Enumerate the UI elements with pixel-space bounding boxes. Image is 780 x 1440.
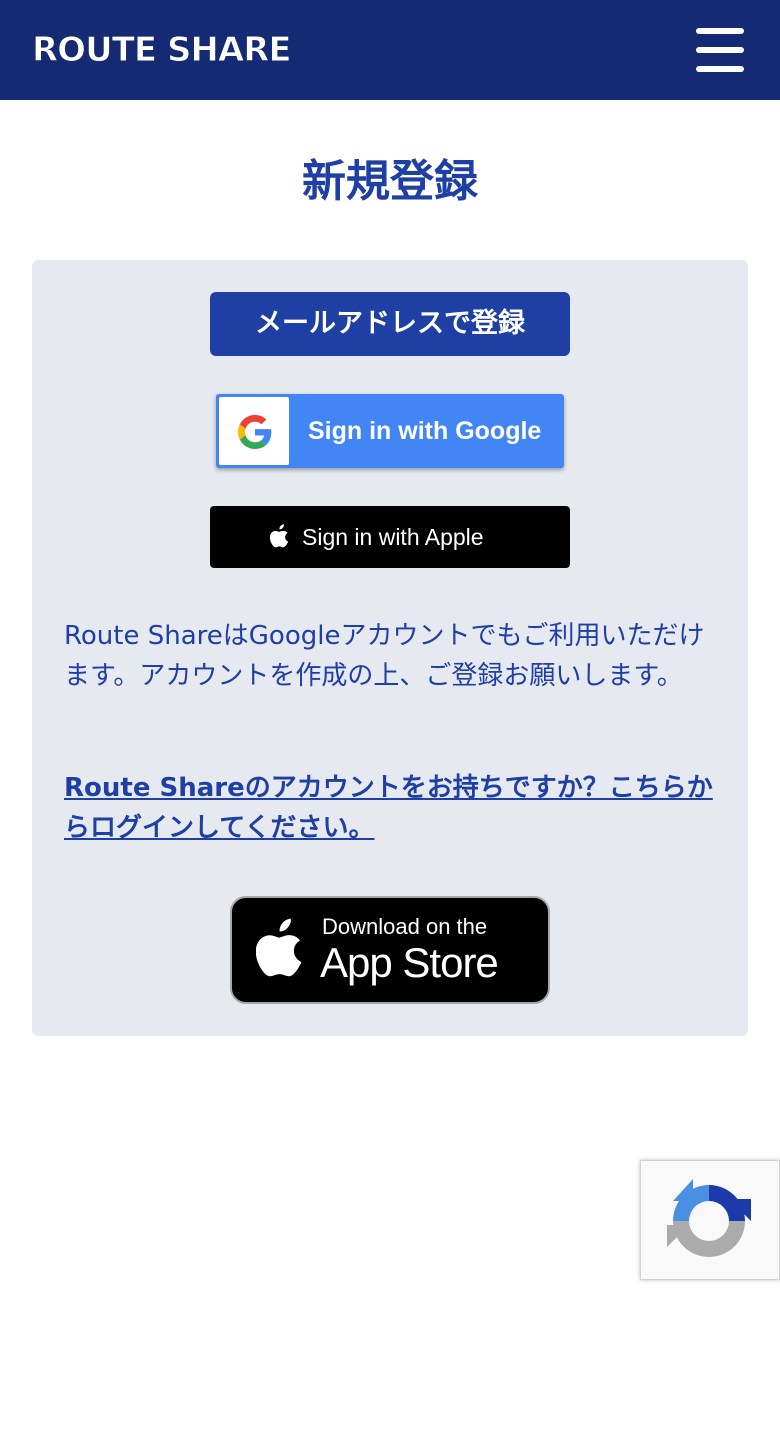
- logo[interactable]: ROUTE SHARE: [32, 28, 293, 72]
- header: ROUTE SHARE: [0, 0, 780, 100]
- hamburger-menu-icon: [696, 28, 744, 34]
- recaptcha-widget[interactable]: [640, 1160, 780, 1280]
- email-signup-button[interactable]: メールアドレスで登録: [210, 292, 570, 356]
- google-button-label: Sign in with Google: [308, 417, 542, 445]
- menu-button[interactable]: [690, 24, 750, 76]
- hamburger-menu-icon-bar: [696, 47, 744, 53]
- app-store-small-text: Download on the: [322, 914, 488, 939]
- app-store-badge[interactable]: Download on the App Store: [230, 896, 550, 1004]
- apple-signin-button[interactable]: Sign in with Apple: [210, 506, 570, 568]
- recaptcha-icon: [667, 1179, 751, 1257]
- page-title: 新規登録: [302, 156, 478, 207]
- app-store-big-text: App Store: [320, 939, 499, 986]
- hamburger-menu-icon-bar: [696, 66, 744, 72]
- google-info-text: Route ShareはGoogleアカウントでもご利用いただけます。アカウント…: [64, 621, 705, 691]
- apple-button-label: Sign in with Apple: [302, 524, 484, 550]
- google-logo-box: [219, 397, 289, 465]
- apple-logo-icon: [256, 918, 302, 977]
- google-signin-button[interactable]: Sign in with Google: [216, 394, 564, 468]
- apple-logo-icon: [270, 524, 289, 548]
- signup-panel: メールアドレスで登録 Sign in with Google Sign in w…: [32, 260, 748, 1036]
- login-link[interactable]: Route Shareのアカウントをお持ちですか？こちらからログインしてください…: [64, 768, 716, 848]
- google-g-icon: [238, 415, 272, 449]
